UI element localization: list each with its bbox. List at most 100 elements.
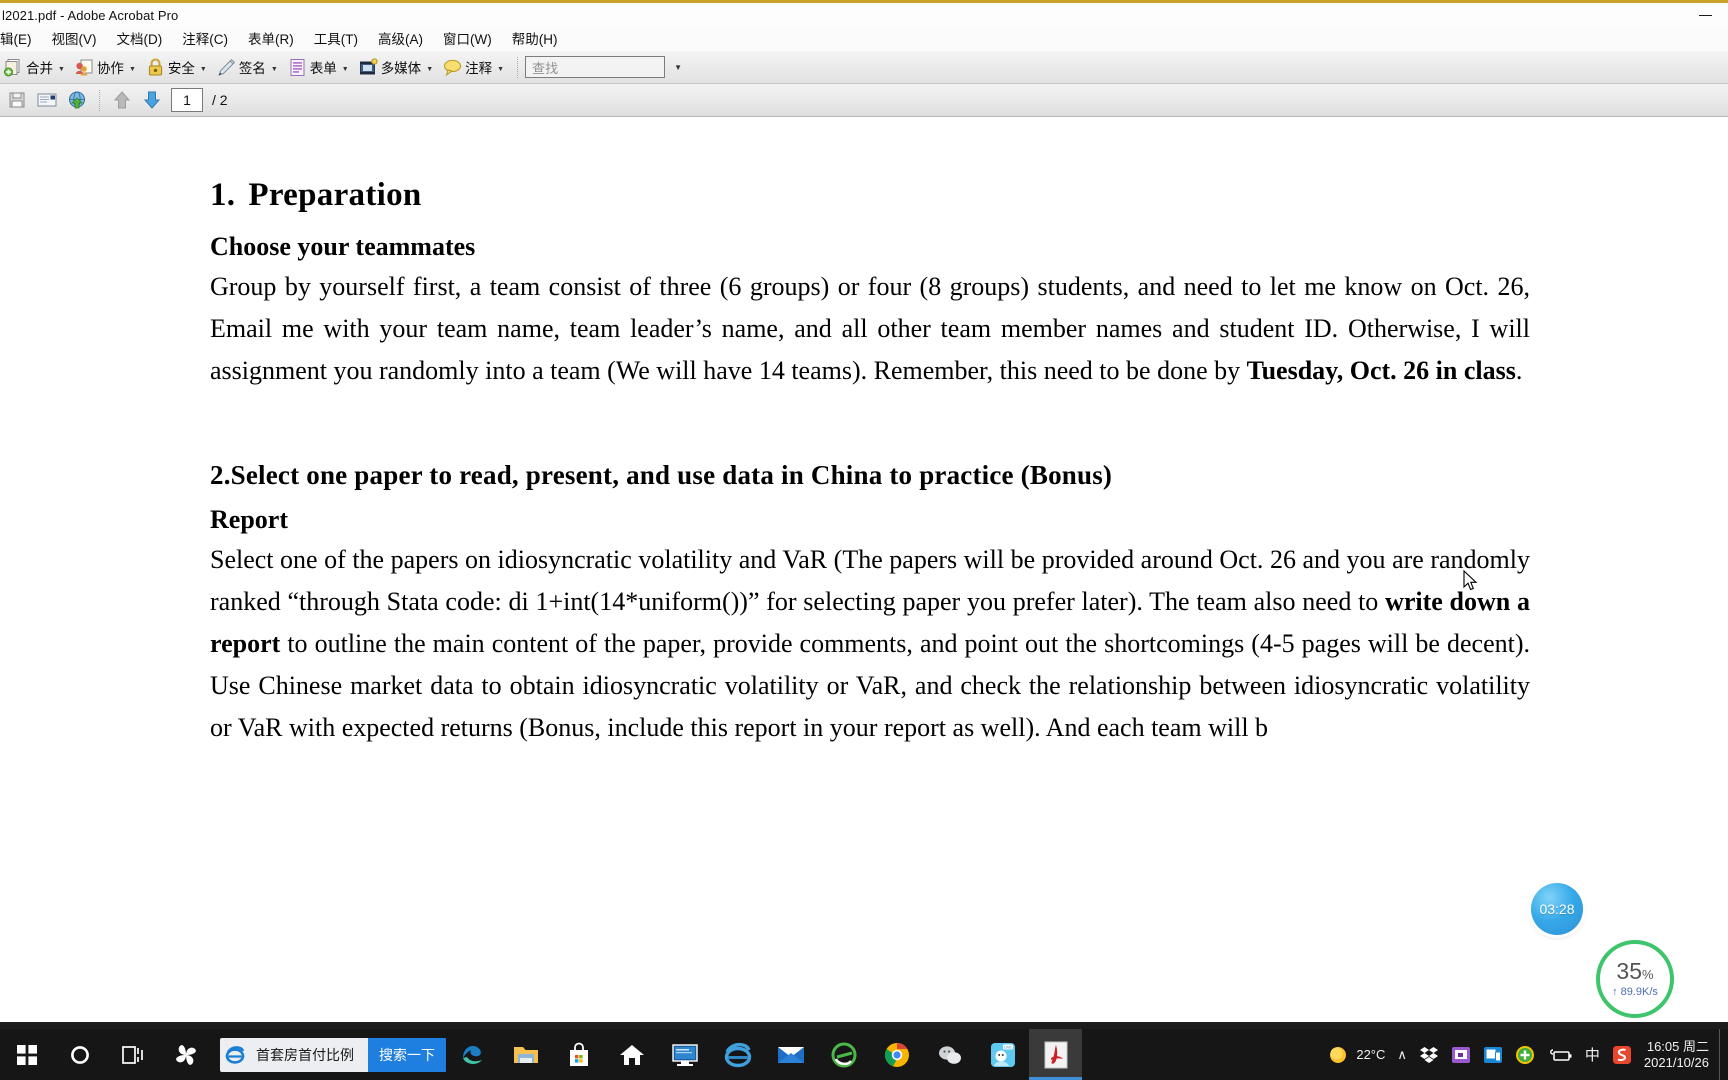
taskbar-360browser-icon[interactable] bbox=[817, 1029, 870, 1080]
tray-clock[interactable]: 16:05 周二 2021/10/26 bbox=[1638, 1039, 1719, 1071]
menu-edit[interactable]: 辑(E) bbox=[0, 28, 42, 51]
menu-help[interactable]: 帮助(H) bbox=[502, 28, 568, 51]
merge-icon bbox=[4, 58, 23, 77]
page-navigation-toolbar: 1 / 2 bbox=[0, 84, 1728, 117]
tray-update-icon[interactable] bbox=[1509, 1029, 1541, 1080]
taskbar-mail-icon[interactable] bbox=[764, 1029, 817, 1080]
taskbar-edge-icon[interactable] bbox=[446, 1029, 499, 1080]
chevron-down-icon[interactable]: ▼ bbox=[271, 66, 278, 73]
clock-date: 2021/10/26 bbox=[1643, 1054, 1709, 1070]
tray-battery-icon[interactable] bbox=[1541, 1029, 1579, 1080]
tray-overflow-chevron[interactable]: ∧ bbox=[1391, 1029, 1413, 1080]
toolbar-sign-label: 签名 bbox=[238, 61, 266, 76]
tray-weather[interactable]: 22°C bbox=[1321, 1029, 1391, 1080]
main-toolbar: 合并 ▼ 协作 ▼ 安全 ▼ 签名 ▼ 表单 ▼ 多媒体 ▼ 注释 ▼ 查找 ▼ bbox=[0, 51, 1728, 84]
chevron-down-icon[interactable]: ▼ bbox=[200, 66, 207, 73]
heading-section-1: 1. Preparation bbox=[210, 177, 1530, 215]
taskbar-taskview-icon[interactable] bbox=[106, 1029, 159, 1080]
find-placeholder: 查找 bbox=[532, 60, 559, 76]
taskbar-cortana-icon[interactable] bbox=[53, 1029, 106, 1080]
toolbar-merge-label: 合并 bbox=[26, 61, 53, 76]
para1-bold: Tuesday, Oct. 26 in class bbox=[1246, 356, 1516, 386]
toolbar-security-label: 安全 bbox=[167, 61, 195, 76]
tray-temperature: 22°C bbox=[1356, 1047, 1386, 1062]
toolbar-sign[interactable]: 签名 ▼ bbox=[213, 53, 283, 82]
toolbar-collaborate[interactable]: 协作 ▼ bbox=[71, 53, 141, 82]
form-icon bbox=[288, 58, 307, 77]
toolbar-forms[interactable]: 表单 ▼ bbox=[284, 53, 354, 82]
taskbar-wechat-icon[interactable] bbox=[923, 1029, 976, 1080]
toolbar-merge[interactable]: 合并 ▼ bbox=[0, 53, 70, 82]
previous-page-icon[interactable] bbox=[111, 89, 133, 111]
menu-comments[interactable]: 注释(C) bbox=[172, 28, 238, 51]
nav-separator bbox=[99, 89, 100, 111]
chevron-up-icon: ∧ bbox=[1397, 1046, 1407, 1062]
taskbar-chrome-icon[interactable] bbox=[870, 1029, 923, 1080]
subheading-choose-teammates: Choose your teammates bbox=[210, 231, 476, 261]
page-total-label: / 2 bbox=[212, 92, 228, 108]
para1-post: . bbox=[1515, 356, 1523, 386]
toolbar-security[interactable]: 安全 ▼ bbox=[142, 53, 212, 82]
menu-view[interactable]: 视图(V) bbox=[42, 28, 107, 51]
section-1-number: 1. bbox=[210, 177, 236, 213]
window-controls bbox=[1682, 3, 1728, 28]
taskbar-home-icon[interactable] bbox=[605, 1029, 658, 1080]
taskbar-search-keyword[interactable]: 首套房首付比例 bbox=[250, 1045, 368, 1065]
taskbar-search-button[interactable]: 搜索一下 bbox=[368, 1037, 446, 1072]
chevron-down-icon[interactable]: ▼ bbox=[58, 66, 65, 73]
page-number-input[interactable]: 1 bbox=[171, 88, 203, 112]
floating-timer-widget[interactable]: 03:28 bbox=[1531, 883, 1583, 935]
toolbar-separator bbox=[517, 56, 519, 78]
heading-section-2: 2.Select one paper to read, present, and… bbox=[210, 460, 1113, 491]
chevron-down-icon[interactable]: ▼ bbox=[342, 66, 349, 73]
tray-sogou-ime-icon[interactable] bbox=[1606, 1029, 1638, 1080]
minimize-button[interactable] bbox=[1682, 3, 1728, 28]
taskbar-ie-icon[interactable] bbox=[711, 1029, 764, 1080]
paragraph-section-2: Select one of the papers on idiosyncrati… bbox=[210, 539, 1530, 749]
toolbar-multimedia[interactable]: 多媒体 ▼ bbox=[355, 53, 438, 82]
comment-icon bbox=[443, 58, 462, 77]
network-speed-widget[interactable]: 35% ↑ 89.9K/s bbox=[1596, 940, 1674, 1018]
save-icon[interactable] bbox=[6, 89, 28, 111]
timer-value: 03:28 bbox=[1539, 901, 1575, 917]
taskbar-store-icon[interactable] bbox=[552, 1029, 605, 1080]
svg-text:LIVE: LIVE bbox=[1004, 1045, 1012, 1049]
ime-label: 中 bbox=[1584, 1047, 1600, 1064]
next-page-icon[interactable] bbox=[141, 89, 163, 111]
taskbar-acrobat-icon[interactable] bbox=[1029, 1029, 1082, 1080]
netspeed-percent: 35% bbox=[1616, 958, 1654, 984]
tray-remote-icon[interactable] bbox=[1445, 1029, 1477, 1080]
menu-document[interactable]: 文档(D) bbox=[107, 28, 173, 51]
tray-ime-icon[interactable]: 中 bbox=[1579, 1029, 1606, 1080]
menu-window[interactable]: 窗口(W) bbox=[433, 28, 502, 51]
chevron-down-icon[interactable]: ▼ bbox=[426, 66, 433, 73]
toolbar-collaborate-label: 协作 bbox=[96, 61, 124, 76]
web-upload-icon[interactable] bbox=[66, 89, 88, 111]
taskbar-live-icon[interactable]: LIVE bbox=[976, 1029, 1029, 1080]
chevron-down-icon[interactable]: ▼ bbox=[129, 66, 136, 73]
menu-advanced[interactable]: 高级(A) bbox=[368, 28, 433, 51]
find-input[interactable]: 查找 bbox=[525, 56, 666, 78]
chevron-down-icon[interactable]: ▼ bbox=[497, 66, 504, 73]
lock-icon bbox=[146, 57, 165, 77]
tray-phonelink-icon[interactable] bbox=[1477, 1029, 1509, 1080]
pen-icon bbox=[217, 58, 236, 77]
taskbar: 首套房首付比例 搜索一下 LIVE 22°C ∧ 中 16:05 周二 2021… bbox=[0, 1029, 1728, 1080]
toolbar-comment[interactable]: 注释 ▼ bbox=[439, 53, 509, 82]
paragraph-section-1: Group by yourself first, a team consist … bbox=[210, 266, 1530, 392]
email-icon[interactable] bbox=[36, 89, 58, 111]
menu-forms[interactable]: 表单(R) bbox=[238, 28, 304, 51]
title-bar: l2021.pdf - Adobe Acrobat Pro bbox=[0, 3, 1728, 28]
clock-time: 16:05 周二 bbox=[1646, 1038, 1709, 1054]
taskbar-start-icon[interactable] bbox=[0, 1029, 53, 1080]
tray-dropbox-icon[interactable] bbox=[1413, 1029, 1445, 1080]
menu-tools[interactable]: 工具(T) bbox=[304, 28, 368, 51]
show-desktop-button[interactable] bbox=[1719, 1029, 1728, 1080]
taskbar-search-pill[interactable]: 首套房首付比例 搜索一下 bbox=[220, 1037, 446, 1072]
find-dropdown-icon[interactable]: ▼ bbox=[674, 63, 682, 72]
collaborate-icon bbox=[75, 58, 94, 77]
taskbar-explorer-icon[interactable] bbox=[499, 1029, 552, 1080]
system-tray: 22°C ∧ 中 16:05 周二 2021/10/26 bbox=[1321, 1029, 1728, 1080]
taskbar-monitor-icon[interactable] bbox=[658, 1029, 711, 1080]
taskbar-sogou-icon[interactable] bbox=[159, 1029, 212, 1080]
